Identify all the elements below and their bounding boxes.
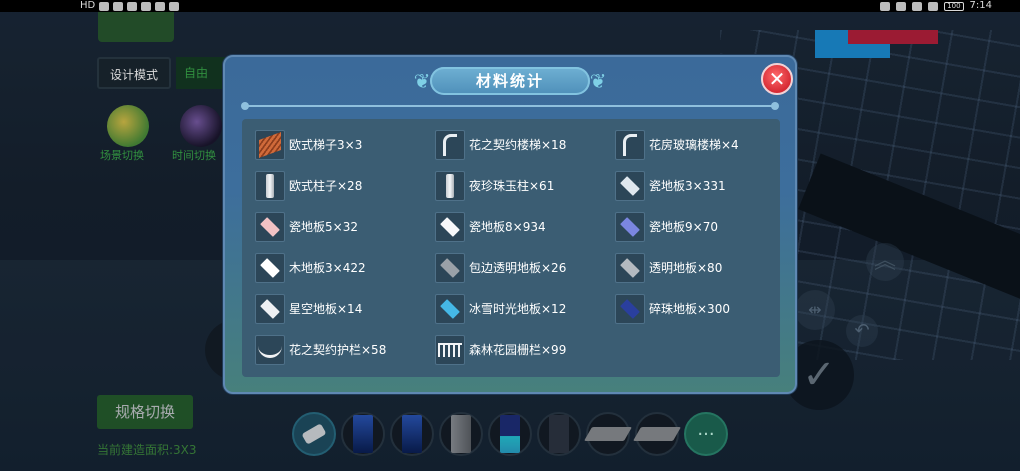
list-item: 瓷地板5×32	[255, 212, 430, 242]
item-icon-box	[255, 212, 285, 242]
starry-floor-icon	[260, 299, 280, 319]
title-divider	[241, 102, 779, 110]
list-item: 花之契约楼梯×18	[435, 130, 610, 160]
list-item: 透明地板×80	[615, 253, 790, 283]
trim-glass-floor-icon	[440, 258, 460, 278]
close-icon: ✕	[768, 67, 786, 91]
item-icon-box	[615, 212, 645, 242]
item-icon-box	[435, 294, 465, 324]
list-item: 碎珠地板×300	[615, 294, 790, 324]
tile-icon	[620, 176, 640, 196]
list-item: 包边透明地板×26	[435, 253, 610, 283]
list-item: 欧式柱子×28	[255, 171, 430, 201]
column-icon	[266, 174, 274, 198]
item-icon-box	[255, 171, 285, 201]
item-label: 瓷地板8×934	[469, 220, 546, 234]
tile-purple-icon	[620, 217, 640, 237]
stairs-icon	[259, 131, 281, 159]
item-icon-box	[255, 130, 285, 160]
list-item: 瓷地板8×934	[435, 212, 610, 242]
item-label: 森林花园栅栏×99	[469, 343, 567, 357]
item-icon-box	[435, 212, 465, 242]
list-item: 冰雪时光地板×12	[435, 294, 610, 324]
item-label: 冰雪时光地板×12	[469, 302, 567, 316]
item-icon-box	[255, 253, 285, 283]
item-label: 瓷地板9×70	[649, 220, 718, 234]
list-item: 星空地板×14	[255, 294, 430, 324]
list-item: 欧式梯子3×3	[255, 130, 430, 160]
item-label: 花房玻璃楼梯×4	[649, 138, 739, 152]
item-label: 花之契约护栏×58	[289, 343, 387, 357]
item-label: 木地板3×422	[289, 261, 366, 275]
tile-white-icon	[440, 217, 460, 237]
close-button[interactable]: ✕	[761, 63, 793, 95]
item-label: 包边透明地板×26	[469, 261, 567, 275]
glass-stairs-icon	[623, 134, 637, 156]
title-plate: ❦ ❦ 材料统计	[410, 65, 610, 97]
item-label: 夜珍珠玉柱×61	[469, 179, 555, 193]
item-label: 透明地板×80	[649, 261, 723, 275]
fence-icon	[438, 343, 462, 357]
item-icon-box	[615, 171, 645, 201]
item-icon-box	[615, 294, 645, 324]
list-item: 木地板3×422	[255, 253, 430, 283]
item-label: 瓷地板5×32	[289, 220, 358, 234]
gem-floor-icon	[620, 299, 640, 319]
glass-floor-icon	[620, 258, 640, 278]
item-icon-box	[255, 335, 285, 365]
material-list-panel: 欧式梯子3×3 花之契约楼梯×18 花房玻璃楼梯×4 欧式柱子×28 夜珍珠玉柱…	[242, 119, 780, 377]
list-item: 瓷地板9×70	[615, 212, 790, 242]
item-icon-box	[435, 335, 465, 365]
list-item: 花房玻璃楼梯×4	[615, 130, 790, 160]
item-icon-box	[615, 253, 645, 283]
pearl-pillar-icon	[446, 174, 454, 198]
item-label: 花之契约楼梯×18	[469, 138, 567, 152]
spiral-stairs-icon	[443, 134, 457, 156]
item-icon-box	[255, 294, 285, 324]
item-icon-box	[435, 253, 465, 283]
item-icon-box	[435, 171, 465, 201]
item-label: 欧式梯子3×3	[289, 138, 363, 152]
list-item: 森林花园栅栏×99	[435, 335, 610, 365]
dialog-title: 材料统计	[475, 72, 544, 90]
item-label: 瓷地板3×331	[649, 179, 726, 193]
list-item: 花之契约护栏×58	[255, 335, 430, 365]
ice-floor-icon	[440, 299, 460, 319]
item-label: 欧式柱子×28	[289, 179, 363, 193]
item-label: 碎珠地板×300	[649, 302, 730, 316]
item-icon-box	[435, 130, 465, 160]
item-icon-box	[615, 130, 645, 160]
material-stats-dialog: ❦ ❦ 材料统计 ✕ 欧式梯子3×3 花之契约楼梯×18 花房玻璃楼梯×4 欧式…	[223, 55, 797, 394]
item-label: 星空地板×14	[289, 302, 363, 316]
wood-floor-icon	[260, 258, 280, 278]
tile-pink-icon	[260, 217, 280, 237]
list-item: 瓷地板3×331	[615, 171, 790, 201]
railing-icon	[258, 342, 282, 358]
list-item: 夜珍珠玉柱×61	[435, 171, 610, 201]
